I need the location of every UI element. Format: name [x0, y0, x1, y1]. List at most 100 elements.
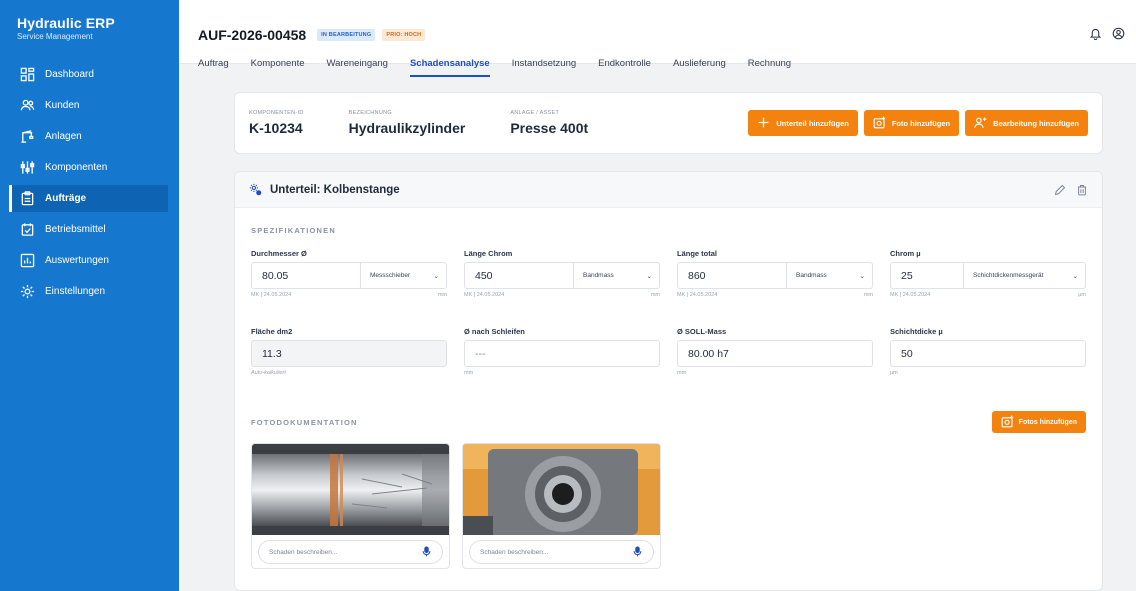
- gear-icon: [20, 284, 35, 299]
- component-id-value: K-10234: [249, 120, 303, 136]
- component-name-value: Hydraulikzylinder: [348, 120, 466, 136]
- tab-instandsetzung[interactable]: Instandsetzung: [512, 58, 576, 77]
- component-name-label: BEZEICHNUNG: [348, 110, 392, 116]
- components-icon: [20, 160, 35, 175]
- chevron-down-icon: ⌄: [433, 272, 439, 280]
- chart-icon: [20, 253, 35, 268]
- spec-flaeche: Fläche dm2 11.3 Auto-kalkuliert: [251, 327, 447, 379]
- sidebar-item-anlagen[interactable]: Anlagen: [0, 123, 179, 150]
- asset-field: ANLAGE / ASSET Presse 400t: [510, 110, 588, 136]
- spec-label: Ø nach Schleifen: [464, 327, 525, 336]
- measure-tool-select[interactable]: Schichtdickenmessgerät ⌄: [963, 263, 1085, 288]
- sidebar-item-einstellungen[interactable]: Einstellungen: [0, 278, 179, 305]
- status-badge: IN BEARBEITUNG: [317, 29, 376, 41]
- top-header: AUF-2026-00458 IN BEARBEITUNG PRIO: HOCH…: [179, 0, 1136, 77]
- sidebar-item-label: Anlagen: [45, 131, 82, 142]
- sidebar-item-dashboard[interactable]: Dashboard: [0, 61, 179, 88]
- spec-section-title: SPEZIFIKATIONEN: [251, 226, 336, 235]
- plus-icon: [757, 116, 776, 131]
- user-account-icon[interactable]: [1112, 27, 1125, 45]
- durchmesser-input[interactable]: 80.05: [252, 270, 360, 282]
- soll-mass-input[interactable]: 80.00 h7: [678, 348, 872, 360]
- spec-label: Chrom µ: [890, 249, 921, 258]
- component-id-label: KOMPONENTEN-ID: [249, 110, 304, 116]
- measure-tool-select[interactable]: Bandmass ⌄: [573, 263, 659, 288]
- camera-plus-icon: [873, 116, 892, 131]
- photo-description-placeholder: Schaden beschreiben...: [480, 548, 549, 556]
- select-value: Bandmass: [583, 272, 614, 279]
- sidebar-item-auftraege[interactable]: Aufträge: [9, 185, 168, 212]
- unit-label: mm: [677, 370, 687, 376]
- spec-label: Fläche dm2: [251, 327, 293, 336]
- bell-icon[interactable]: [1089, 27, 1102, 45]
- laenge-chrom-input[interactable]: 450: [465, 270, 573, 282]
- photo-cylinder-end[interactable]: [463, 444, 660, 535]
- add-photo-label: Foto hinzufügen: [891, 118, 951, 128]
- unit-label: mm: [437, 292, 447, 298]
- nach-schleifen-input[interactable]: ---: [465, 348, 659, 360]
- trash-icon[interactable]: [1076, 183, 1088, 201]
- main-area: AUF-2026-00458 IN BEARBEITUNG PRIO: HOCH…: [179, 0, 1136, 591]
- add-part-button[interactable]: Unterteil hinzufügen: [748, 110, 858, 136]
- tab-schadensanalyse[interactable]: Schadensanalyse: [409, 58, 490, 77]
- edit-pencil-icon[interactable]: [1054, 183, 1066, 201]
- part-title: Unterteil: Kolbenstange: [270, 183, 400, 196]
- tab-auslieferung[interactable]: Auslieferung: [673, 58, 726, 77]
- spec-label: Länge Chrom: [464, 249, 513, 258]
- sidebar-item-label: Kunden: [45, 100, 80, 111]
- sidebar-item-label: Aufträge: [45, 193, 87, 204]
- spec-laenge-chrom: Länge Chrom 450 Bandmass ⌄ MK | 24.05.202…: [464, 249, 660, 301]
- tab-bar: Auftrag Komponente Wareneingang Schadens…: [198, 58, 813, 77]
- spec-durchmesser: Durchmesser Ø 80.05 Messschieber ⌄ MK | 2…: [251, 249, 447, 301]
- sidebar-item-label: Auswertungen: [45, 255, 109, 266]
- photo-section-title: FOTODOKUMENTATION: [251, 417, 358, 427]
- camera-plus-icon: [1001, 415, 1019, 430]
- sidebar-item-komponenten[interactable]: Komponenten: [0, 154, 179, 181]
- measure-tool-select[interactable]: Bandmass ⌄: [786, 263, 872, 288]
- user-plus-icon: [974, 116, 993, 131]
- damage-description-input[interactable]: Schaden beschreiben...: [469, 540, 654, 564]
- sidebar-item-label: Dashboard: [45, 69, 94, 80]
- microphone-icon[interactable]: [421, 546, 432, 559]
- add-processing-button[interactable]: Bearbeitung hinzufügen: [965, 110, 1088, 136]
- spec-nach-schleifen: Ø nach Schleifen --- mm: [464, 327, 660, 379]
- tools-icon: [20, 222, 35, 237]
- spec-label: Ø SOLL-Mass: [677, 327, 727, 336]
- tab-komponente[interactable]: Komponente: [251, 58, 305, 77]
- sidebar-item-auswertungen[interactable]: Auswertungen: [0, 247, 179, 274]
- sidebar-item-label: Einstellungen: [45, 286, 106, 297]
- measure-meta: MK | 24.05.2024: [464, 292, 505, 298]
- tab-rechnung[interactable]: Rechnung: [748, 58, 791, 77]
- sidebar-item-label: Betriebsmittel: [45, 224, 106, 235]
- add-photos-button[interactable]: Fotos hinzufügen: [991, 411, 1086, 433]
- add-part-label: Unterteil hinzufügen: [776, 118, 849, 128]
- spec-grid-row1: Durchmesser Ø 80.05 Messschieber ⌄ MK | 2…: [235, 235, 1102, 301]
- asset-label: ANLAGE / ASSET: [510, 110, 560, 116]
- chrom-input[interactable]: 25: [891, 270, 963, 282]
- add-photo-button[interactable]: Foto hinzufügen: [863, 110, 960, 136]
- sidebar: Hydraulic ERP Service Management Dashboa…: [0, 0, 179, 591]
- spec-grid-row2: Fläche dm2 11.3 Auto-kalkuliert Ø nach S…: [235, 313, 1102, 379]
- photo-piston-rod-scratches[interactable]: [252, 444, 449, 535]
- microphone-icon[interactable]: [632, 546, 643, 559]
- damage-description-input[interactable]: Schaden beschreiben...: [258, 540, 443, 564]
- laenge-total-input[interactable]: 860: [678, 270, 786, 282]
- select-value: Messschieber: [370, 272, 411, 279]
- tab-endkontrolle[interactable]: Endkontrolle: [598, 58, 651, 77]
- schichtdicke-input[interactable]: 50: [891, 348, 1085, 360]
- unit-label: mm: [650, 292, 660, 298]
- tab-auftrag[interactable]: Auftrag: [198, 58, 229, 77]
- sidebar-nav: Dashboard Kunden Anlagen Komponenten Auf…: [0, 61, 179, 305]
- component-summary-card: KOMPONENTEN-ID K-10234 BEZEICHNUNG Hydra…: [234, 92, 1103, 154]
- measure-tool-select[interactable]: Messschieber ⌄: [360, 263, 446, 288]
- unit-label: mm: [863, 292, 873, 298]
- settings-cog-icon: [249, 183, 262, 196]
- sidebar-item-betriebsmittel[interactable]: Betriebsmittel: [0, 216, 179, 243]
- chevron-down-icon: ⌄: [1072, 272, 1078, 280]
- photo-card: Schaden beschreiben...: [251, 443, 450, 569]
- select-value: Schichtdickenmessgerät: [973, 272, 1044, 279]
- tab-wareneingang[interactable]: Wareneingang: [327, 58, 388, 77]
- measure-meta: MK | 24.05.2024: [890, 292, 931, 298]
- spec-label: Durchmesser Ø: [251, 249, 307, 258]
- sidebar-item-kunden[interactable]: Kunden: [0, 92, 179, 119]
